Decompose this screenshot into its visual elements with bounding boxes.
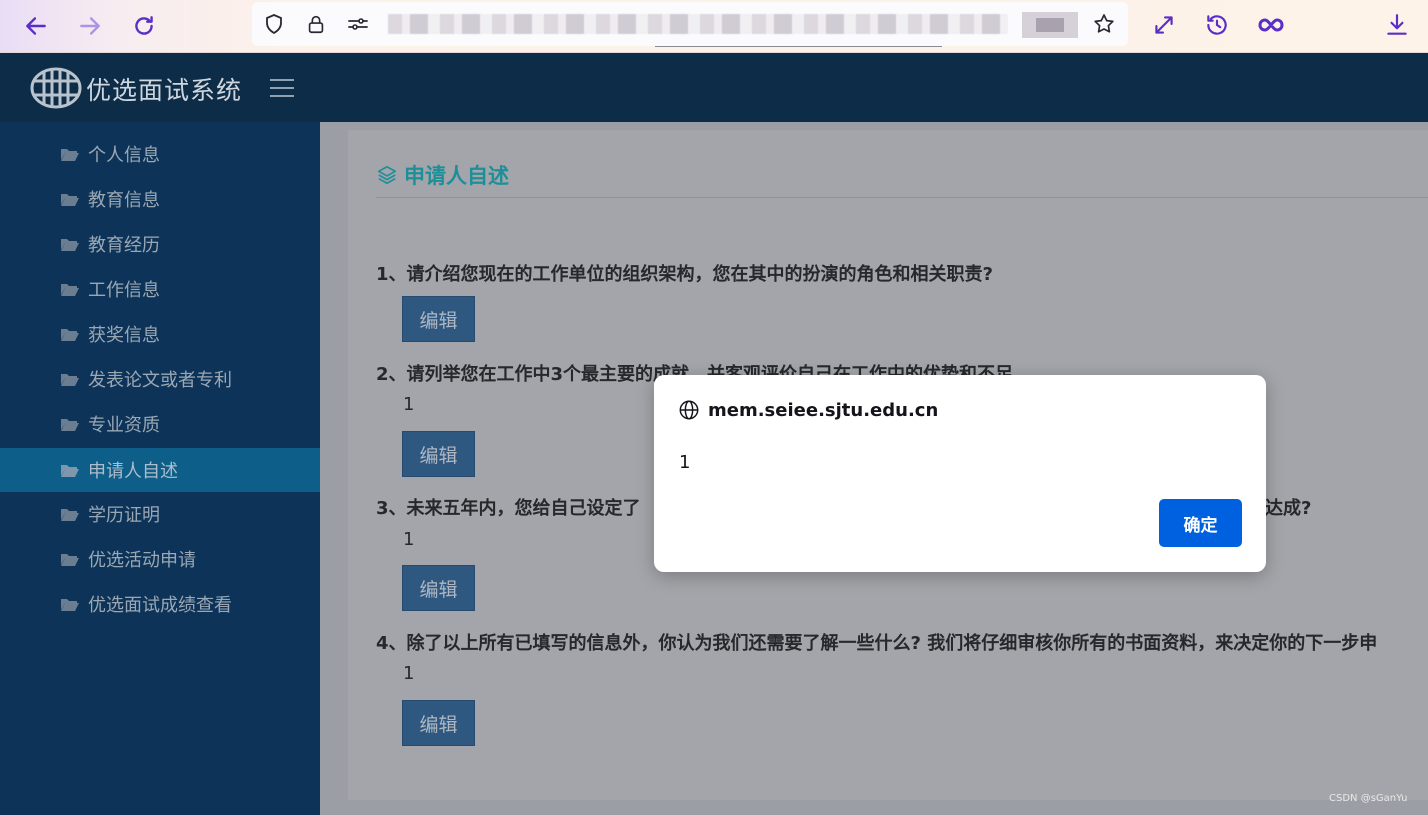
fullscreen-icon [1155,16,1173,34]
download-icon [1387,14,1407,35]
permissions-icon [348,18,368,30]
globe-icon [679,400,699,420]
back-button[interactable] [20,10,52,42]
reload-icon [135,16,153,35]
layers-icon [377,165,397,185]
folder-open-icon [61,194,79,206]
question-4: 4、除了以上所有已填写的信息外，你认为我们还需要了解一些什么? 我们将仔细审核你… [376,633,1378,654]
folder-open-icon [61,284,79,296]
bookmark-button[interactable] [1090,10,1118,38]
folder-open-icon [61,419,79,431]
menu-toggle-icon[interactable] [270,79,294,97]
divider [376,197,1428,198]
sidebar-item-education-history[interactable]: 教育经历 [0,222,320,266]
infinity-icon [1258,18,1284,32]
dialog-origin: mem.seiee.sjtu.edu.cn [678,399,938,421]
url-bar[interactable] [252,2,1128,47]
ok-button[interactable]: 确定 [1159,499,1242,547]
sidebar-item-papers-patents[interactable]: 发表论文或者专利 [0,357,320,401]
sidebar-item-label: 教育信息 [88,190,160,211]
folder-open-icon [61,239,79,251]
watermark: CSDN @sGanYu [1329,793,1408,804]
edit-button-1[interactable]: 编辑 [402,296,475,342]
sidebar-item-personal-info[interactable]: 个人信息 [0,132,320,176]
sidebar-item-qualifications[interactable]: 专业资质 [0,402,320,446]
sidebar-item-interview-scores[interactable]: 优选面试成绩查看 [0,582,320,626]
lock-icon [308,15,324,34]
sidebar-item-label: 专业资质 [88,415,160,436]
folder-open-icon [61,149,79,161]
edit-button-4[interactable]: 编辑 [402,700,475,746]
sidebar-item-label: 发表论文或者专利 [88,370,232,391]
dialog-message: 1 [679,452,691,473]
sidebar-item-label: 个人信息 [88,145,160,166]
sidebar-item-label: 优选活动申请 [88,550,196,571]
folder-open-icon [61,465,79,477]
shield-icon [266,14,282,35]
tracking-protection-button[interactable] [260,10,288,38]
downloads-button[interactable] [1380,8,1414,42]
forward-arrow-icon [80,17,100,35]
sidebar-item-activity-application[interactable]: 优选活动申请 [0,537,320,581]
app-header: 优选面试系统 [0,53,1428,122]
page-title: 申请人自述 [404,164,509,188]
private-mode-button[interactable] [1254,8,1288,42]
sidebar-item-awards[interactable]: 获奖信息 [0,312,320,356]
folder-open-icon [61,329,79,341]
sjtu-logo-icon [30,67,82,109]
alert-dialog: mem.seiee.sjtu.edu.cn 1 确定 [654,375,1266,572]
url-text-redacted [388,14,1008,34]
question-3: 3、未来五年内，您给自己设定了 [376,498,641,519]
answer-4: 1 [403,663,415,684]
sidebar-item-education-info[interactable]: 教育信息 [0,177,320,221]
sidebar-item-label: 工作信息 [88,280,160,301]
edit-button-3[interactable]: 编辑 [402,565,475,611]
site-security-button[interactable] [302,10,330,38]
sidebar-item-label: 学历证明 [88,505,160,526]
sidebar-item-work-info[interactable]: 工作信息 [0,267,320,311]
question-1: 1、请介绍您现在的工作单位的组织架构，您在其中的扮演的角色和相关职责? [376,264,993,285]
history-button[interactable] [1200,8,1234,42]
sidebar-item-label: 申请人自述 [88,461,178,482]
sidebar-item-label: 获奖信息 [88,325,160,346]
history-icon [1207,15,1227,35]
folder-open-icon [61,509,79,521]
sidebar-item-applicant-statement[interactable]: 申请人自述 [0,448,320,492]
question-3-tail: 达成? [1265,498,1312,519]
app-title: 优选面试系统 [86,76,243,105]
browser-toolbar [0,0,1428,53]
fullscreen-button[interactable] [1147,8,1181,42]
sidebar-item-label: 优选面试成绩查看 [88,595,232,616]
bookmark-star-icon [1094,14,1114,33]
permissions-button[interactable] [344,10,372,38]
folder-open-icon [61,554,79,566]
answer-3: 1 [403,529,415,550]
url-redaction-block-inner [1036,18,1064,32]
answer-2: 1 [403,394,415,415]
forward-button[interactable] [74,10,106,42]
sidebar: 个人信息 教育信息 教育经历 工作信息 获奖信息 发表论文或者专利 专业资质 申… [0,122,320,815]
dialog-origin-text: mem.seiee.sjtu.edu.cn [708,399,939,421]
url-underline [655,46,942,47]
sidebar-item-degree-certificate[interactable]: 学历证明 [0,492,320,536]
folder-open-icon [61,374,79,386]
back-arrow-icon [26,17,46,35]
panel-heading: 申请人自述 [376,160,509,190]
sidebar-item-label: 教育经历 [88,235,160,256]
folder-open-icon [61,599,79,611]
reload-button[interactable] [128,10,160,42]
edit-button-2[interactable]: 编辑 [402,431,475,477]
